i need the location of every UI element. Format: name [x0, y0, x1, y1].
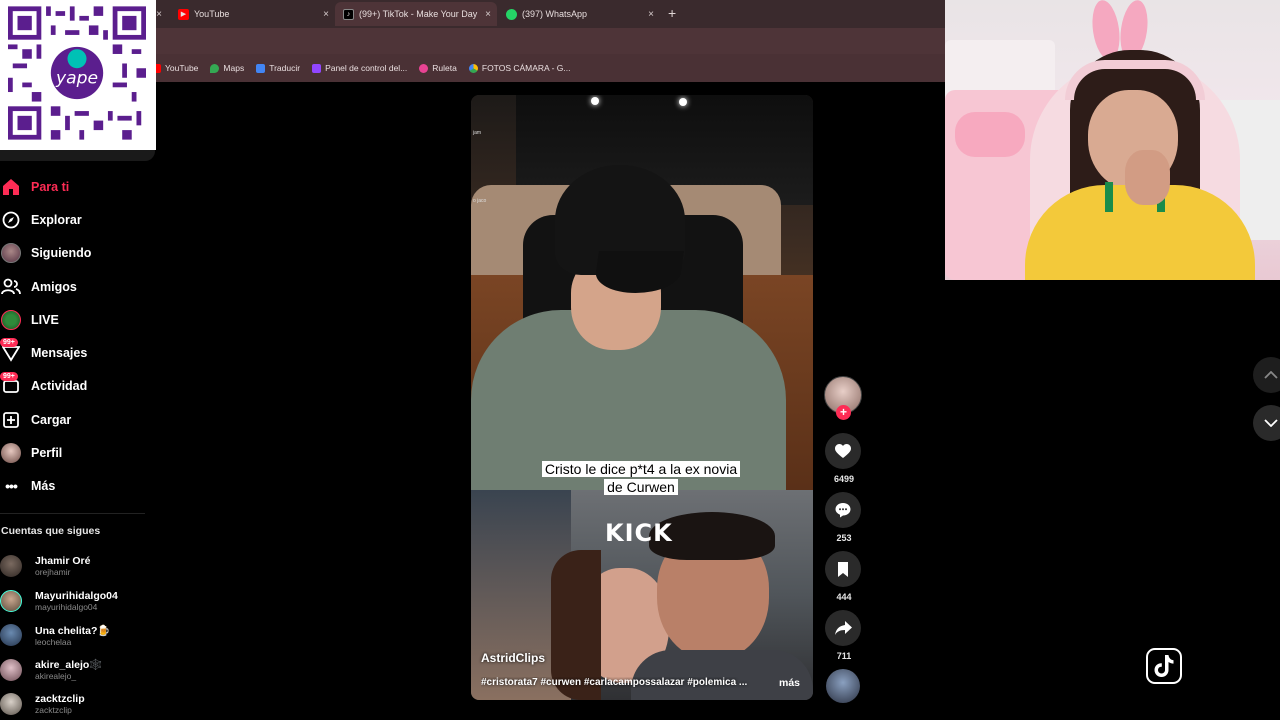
- sidebar-nav: Para ti Explorar Siguiendo Amigos LIVE 9…: [0, 170, 150, 503]
- twitch-icon: [312, 63, 322, 73]
- maps-icon: [210, 63, 220, 73]
- profile-avatar: [1, 443, 21, 464]
- compass-icon: [1, 210, 21, 230]
- follow-plus-icon[interactable]: +: [836, 405, 851, 420]
- comment-icon: [835, 503, 851, 518]
- kick-watermark: KICK: [605, 519, 673, 547]
- bookmark-panel[interactable]: Panel de control del...: [312, 63, 407, 73]
- bookmark-maps[interactable]: Maps: [210, 63, 244, 73]
- next-video-button[interactable]: [1253, 405, 1280, 441]
- tab-label: (99+) TikTok - Make Your Day: [359, 9, 478, 19]
- share-count: 711: [836, 651, 852, 661]
- whatsapp-icon: [506, 8, 517, 20]
- headset: [1065, 60, 1205, 100]
- tab-tiktok[interactable]: ♪ (99+) TikTok - Make Your Day ×: [335, 2, 497, 26]
- like-count: 6499: [833, 474, 855, 484]
- screen: × ▶ YouTube × ♪ (99+) TikTok - Make Your…: [0, 0, 1280, 720]
- sidebar-item-perfil[interactable]: Perfil: [0, 436, 150, 469]
- more-button[interactable]: más: [779, 677, 800, 689]
- following-avatar: [1, 243, 21, 264]
- close-icon[interactable]: ×: [323, 9, 329, 20]
- translate-icon: [256, 63, 266, 73]
- save-count: 444: [836, 592, 852, 602]
- video-player[interactable]: jam o jaco KICK Cristo le dice p*t4 a la…: [471, 95, 813, 700]
- list-item[interactable]: akire_alejo🕸️ akirealejo_: [0, 653, 150, 688]
- more-icon: •••: [5, 478, 18, 495]
- avatar: [0, 555, 22, 578]
- list-item[interactable]: Una chelita?🍺 leochelaa: [0, 618, 150, 653]
- sidebar-item-mensajes[interactable]: 99+ Mensajes: [0, 336, 150, 369]
- sidebar-item-explorar[interactable]: Explorar: [0, 203, 150, 236]
- webcam-overlay: [945, 0, 1280, 280]
- sidebar-item-siguiendo[interactable]: Siguiendo: [0, 237, 150, 270]
- youtube-icon: ▶: [178, 8, 189, 20]
- video-author[interactable]: AstridClips: [481, 651, 545, 665]
- avatar: [0, 589, 22, 612]
- notification-badge: 99+: [0, 371, 18, 381]
- avatar: [0, 624, 22, 647]
- live-icon: [1, 309, 21, 330]
- share-button[interactable]: [825, 610, 861, 646]
- avatar: [0, 693, 22, 716]
- chevron-down-icon: [1264, 419, 1278, 427]
- new-tab-button[interactable]: +: [668, 5, 676, 21]
- divider: [0, 513, 145, 514]
- hand: [1125, 150, 1170, 205]
- close-icon[interactable]: ×: [156, 9, 162, 20]
- video-caption: Cristo le dice p*t4 a la ex novia de Cur…: [541, 460, 741, 496]
- list-item[interactable]: Mayurihidalgo04 mayurihidalgo04: [0, 584, 150, 619]
- bookmark-youtube[interactable]: YouTube: [152, 63, 198, 73]
- ceiling-light: [679, 98, 687, 106]
- list-item[interactable]: zacktzclip zacktzclip: [0, 687, 150, 720]
- yape-logo-text: yape: [55, 68, 98, 88]
- watermark-label: jam: [473, 130, 482, 136]
- heart-icon: [835, 443, 851, 458]
- bookmark-ruleta[interactable]: Ruleta: [419, 63, 457, 73]
- yape-qr-code: yape: [0, 0, 156, 150]
- tab-whatsapp[interactable]: (397) WhatsApp ×: [498, 2, 660, 26]
- video-frame-top: jam o jaco: [471, 95, 813, 490]
- comment-count: 253: [836, 533, 852, 543]
- sidebar-item-live[interactable]: LIVE: [0, 303, 150, 336]
- previous-video-button[interactable]: [1253, 357, 1280, 393]
- chevron-up-icon: [1264, 371, 1278, 379]
- tiktok-logo-icon: [1146, 648, 1182, 684]
- qr-code-icon: yape: [8, 6, 146, 140]
- like-button[interactable]: [825, 433, 861, 469]
- close-icon[interactable]: ×: [485, 9, 491, 20]
- home-icon: [1, 177, 21, 197]
- share-icon: [834, 621, 852, 635]
- sidebar-item-cargar[interactable]: Cargar: [0, 403, 150, 436]
- following-list: Jhamir Oré orejhamir Mayurihidalgo04 mayur…: [0, 549, 150, 720]
- avatar: [0, 658, 22, 681]
- sidebar-item-para-ti[interactable]: Para ti: [0, 170, 150, 203]
- wheel-icon: [419, 63, 429, 73]
- tab-youtube[interactable]: ▶ YouTube ×: [170, 2, 335, 26]
- friends-icon: [1, 277, 21, 297]
- ceiling-light: [591, 97, 599, 105]
- pillow: [955, 112, 1025, 157]
- upload-icon: [1, 410, 21, 430]
- bookmark-fotos[interactable]: FOTOS CÁMARA - G...: [468, 63, 571, 73]
- comment-button[interactable]: [825, 492, 861, 528]
- tab-label: YouTube: [194, 9, 230, 19]
- following-section-title: Cuentas que sigues: [1, 525, 101, 537]
- list-item[interactable]: Jhamir Oré orejhamir: [0, 549, 150, 584]
- save-button[interactable]: [825, 551, 861, 587]
- watermark-label: o jaco: [473, 198, 487, 204]
- bookmark-icon: [838, 561, 848, 577]
- sound-disc[interactable]: [826, 669, 860, 703]
- close-icon[interactable]: ×: [648, 9, 654, 20]
- bookmark-traducir[interactable]: Traducir: [256, 63, 300, 73]
- tiktok-icon: ♪: [343, 8, 354, 20]
- tab-label: (397) WhatsApp: [522, 9, 588, 19]
- video-description[interactable]: #cristorata7 #curwen #carlacampossalazar…: [481, 677, 776, 688]
- sidebar-item-actividad[interactable]: 99+ Actividad: [0, 370, 150, 403]
- sidebar-item-amigos[interactable]: Amigos: [0, 270, 150, 303]
- notification-badge: 99+: [0, 338, 18, 348]
- sidebar-item-mas[interactable]: ••• Más: [0, 470, 150, 503]
- man-shirt: [631, 650, 813, 700]
- drive-icon: [468, 63, 478, 73]
